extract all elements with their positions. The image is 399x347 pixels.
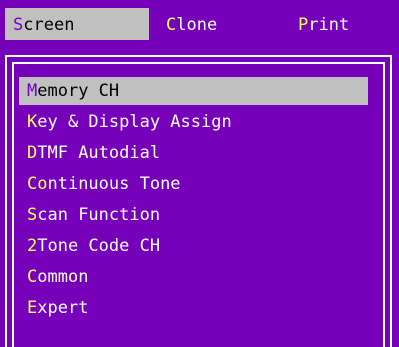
menu-item-hotkey: K — [27, 112, 38, 132]
menu-item-continuous-tone[interactable]: Continuous Tone — [19, 170, 368, 198]
tab-clone[interactable]: Clone — [166, 8, 276, 40]
menu-item-hotkey: Co — [27, 174, 48, 194]
menu-item-hotkey: M — [27, 81, 38, 101]
menu-item-label: xpert — [37, 298, 89, 318]
menu-item-common[interactable]: Common — [19, 263, 368, 291]
menu-item-hotkey: S — [27, 205, 38, 225]
menu-item-2tone-code-ch[interactable]: 2Tone Code CH — [19, 232, 368, 260]
menu-item-hotkey: 2 — [27, 236, 38, 256]
menu-item-scan-function[interactable]: Scan Function — [19, 201, 368, 229]
menu-item-label: Tone Code CH — [37, 236, 161, 256]
tab-clone-label: lone — [176, 15, 218, 35]
menu-bar: Screen Clone Print — [0, 0, 399, 40]
menu-item-expert[interactable]: Expert — [19, 294, 368, 322]
menu-item-dtmf-autodial[interactable]: DTMF Autodial — [19, 139, 368, 167]
tab-screen-hotkey: S — [13, 15, 24, 35]
tab-screen-label: creen — [23, 15, 75, 35]
menu-item-memory-ch[interactable]: Memory CH — [19, 77, 368, 105]
tab-clone-hotkey: C — [166, 15, 177, 35]
menu-item-hotkey: C — [27, 267, 38, 287]
menu-item-key-display-assign[interactable]: Key & Display Assign — [19, 108, 368, 136]
tab-print-hotkey: P — [298, 15, 309, 35]
screen-dropdown-menu: Memory CH Key & Display Assign DTMF Auto… — [5, 55, 392, 347]
menu-item-label: ey & Display Assign — [37, 112, 232, 132]
menu-item-label: ommon — [37, 267, 89, 287]
tab-print-label: rint — [308, 15, 350, 35]
menu-item-label: ntinuous Tone — [47, 174, 181, 194]
menu-item-hotkey: D — [27, 143, 38, 163]
menu-item-hotkey: E — [27, 298, 38, 318]
tab-print[interactable]: Print — [298, 8, 394, 40]
menu-item-label: emory CH — [37, 81, 120, 101]
tab-screen[interactable]: Screen — [5, 8, 149, 40]
menu-item-label: can Function — [37, 205, 161, 225]
menu-item-label: TMF Autodial — [37, 143, 161, 163]
